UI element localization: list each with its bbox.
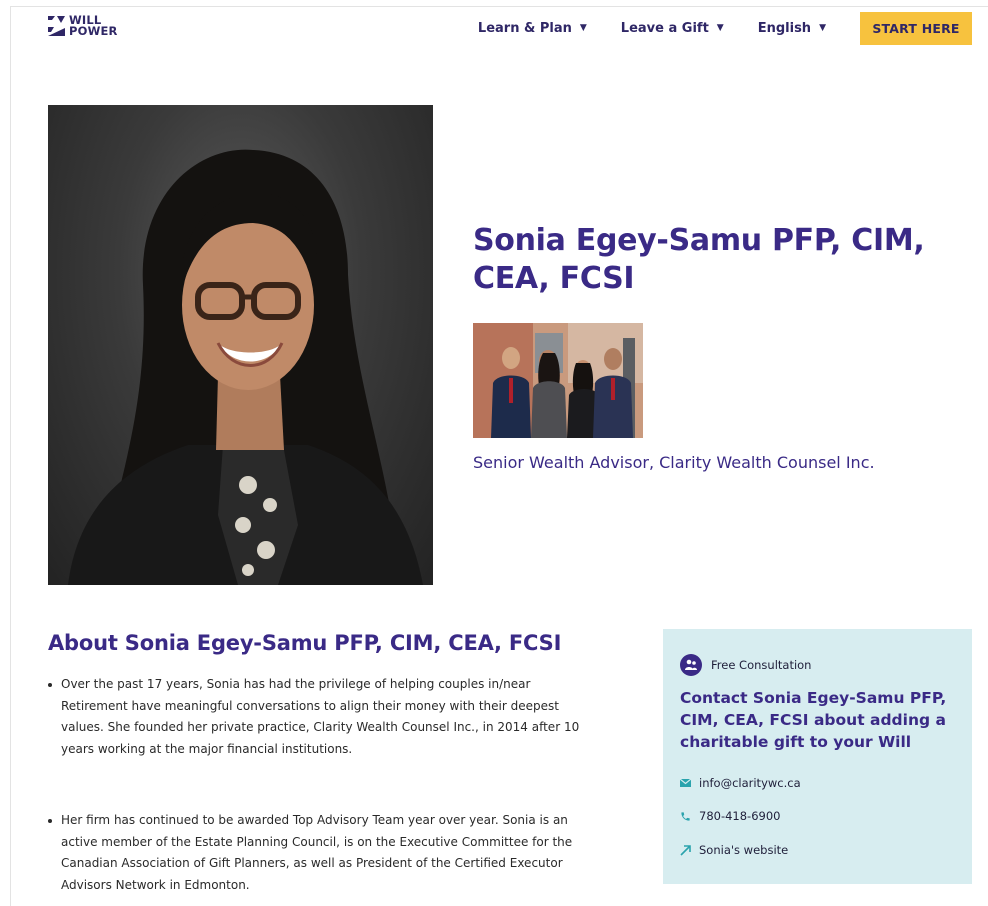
nav-learn-plan[interactable]: Learn & Plan ▼: [478, 21, 587, 36]
main-nav: Learn & Plan ▼ Leave a Gift ▼ English ▼ …: [478, 11, 972, 45]
contact-card: Free Consultation Contact Sonia Egey-Sam…: [663, 629, 972, 884]
start-here-button[interactable]: START HERE: [860, 11, 972, 45]
consultation-tag-label: Free Consultation: [711, 658, 812, 672]
logo-text: WILL POWER: [69, 14, 118, 38]
website-text: Sonia's website: [699, 843, 789, 857]
nav-language[interactable]: English ▼: [758, 21, 826, 36]
caret-down-icon: ▼: [579, 23, 587, 33]
team-photo: [473, 323, 643, 438]
nav-leave-a-gift[interactable]: Leave a Gift ▼: [621, 21, 724, 36]
consultation-tag: Free Consultation: [680, 654, 811, 676]
team-photo-illustration: [473, 323, 643, 438]
contact-card-heading: Contact Sonia Egey-Samu PFP, CIM, CEA, F…: [680, 689, 947, 751]
advisor-name-title: Sonia Egey-Samu PFP, CIM, CEA, FCSI: [473, 223, 925, 296]
nav-language-label: English: [757, 20, 812, 36]
willpower-logo[interactable]: WILL POWER: [48, 14, 118, 38]
logo-mark-icon: [48, 16, 65, 36]
nav-learn-plan-label: Learn & Plan: [477, 20, 572, 36]
nav-leave-a-gift-label: Leave a Gift: [620, 20, 709, 36]
about-heading: About Sonia Egey-Samu PFP, CIM, CEA, FCS…: [48, 631, 562, 655]
phone-icon: [681, 811, 690, 821]
portrait-illustration: [68, 149, 423, 585]
advisor-subtitle: Senior Wealth Advisor, Clarity Wealth Co…: [473, 453, 875, 472]
website-link[interactable]: Sonia's website: [680, 843, 788, 857]
external-link-arrow-icon: [680, 844, 691, 856]
email-text: info@claritywc.ca: [699, 776, 801, 790]
about-paragraph: Over the past 17 years, Sonia has had th…: [48, 674, 596, 760]
people-icon: [680, 654, 702, 676]
email-link[interactable]: info@claritywc.ca: [680, 776, 801, 790]
caret-down-icon: ▼: [819, 23, 826, 33]
logo-line-2: POWER: [69, 24, 118, 38]
about-paragraph: Her firm has continued to be awarded Top…: [48, 810, 596, 896]
site-header: WILL POWER Learn & Plan ▼ Leave a Gift ▼…: [0, 0, 988, 56]
mail-icon: [680, 779, 691, 787]
about-list: Over the past 17 years, Sonia has had th…: [48, 674, 596, 896]
phone-text: 780-418-6900: [699, 809, 781, 823]
caret-down-icon: ▼: [716, 23, 724, 33]
advisor-portrait: [48, 105, 433, 585]
phone-link[interactable]: 780-418-6900: [680, 809, 780, 823]
